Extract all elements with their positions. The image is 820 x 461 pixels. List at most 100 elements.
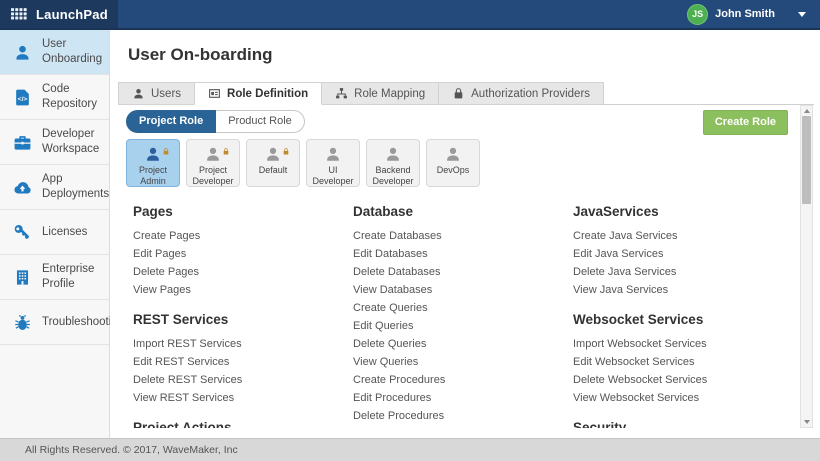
building-icon — [12, 267, 32, 287]
scrollbar-thumb[interactable] — [802, 116, 811, 204]
permission-item: Delete REST Services — [133, 371, 353, 389]
tab-role-definition[interactable]: Role Definition — [194, 82, 322, 105]
apps-grid-icon — [11, 8, 27, 20]
person-icon — [204, 145, 222, 164]
permission-item: Edit Databases — [353, 245, 573, 263]
permission-item: Delete Java Services — [573, 263, 793, 281]
scroll-down-button[interactable] — [801, 417, 812, 427]
avatar: JS — [687, 4, 708, 25]
sidebar-item-enterprise-profile[interactable]: Enterprise Profile — [0, 255, 109, 300]
permission-section-database: Database Create Databases Edit Databases… — [353, 204, 573, 425]
permissions-column-1: Pages Create Pages Edit Pages Delete Pag… — [133, 204, 353, 428]
permission-item: View Databases — [353, 281, 573, 299]
scroll-up-button[interactable] — [801, 106, 812, 116]
triangle-down-icon — [804, 420, 810, 424]
sidebar-item-code-repository[interactable]: </> Code Repository — [0, 75, 109, 120]
role-type-toggle: Project Role Product Role — [126, 110, 305, 133]
main-content: User On-boarding Users Role Definition R… — [110, 30, 820, 438]
role-card-label: Default — [257, 165, 290, 176]
sidebar-item-label: Code Repository — [42, 82, 105, 112]
role-card-label: UI Developer — [307, 165, 359, 188]
app-logo[interactable]: LaunchPad — [0, 0, 118, 28]
role-card-ui-developer[interactable]: UI Developer — [306, 139, 360, 187]
permission-item: Delete Procedures — [353, 407, 573, 425]
id-card-icon — [208, 87, 221, 100]
section-title: Project Actions — [133, 420, 353, 428]
copyright-text: All Rights Reserved. © 2017, WaveMaker, … — [25, 444, 238, 456]
app-header: LaunchPad JS John Smith — [0, 0, 820, 30]
product-role-toggle[interactable]: Product Role — [216, 110, 305, 133]
permissions-column-2: Database Create Databases Edit Databases… — [353, 204, 573, 428]
permission-item: Edit Java Services — [573, 245, 793, 263]
role-card-label: Backend Developer — [367, 165, 419, 188]
role-card-devops[interactable]: DevOps — [426, 139, 480, 187]
cloud-upload-icon — [12, 177, 32, 197]
create-role-button[interactable]: Create Role — [703, 110, 788, 135]
triangle-up-icon — [804, 109, 810, 113]
sidebar-item-label: Developer Workspace — [42, 127, 105, 157]
tab-users[interactable]: Users — [118, 82, 194, 105]
chevron-down-icon — [798, 12, 806, 17]
person-icon — [144, 145, 162, 164]
permission-item: Edit REST Services — [133, 353, 353, 371]
tab-label: Users — [151, 88, 181, 100]
role-cards-row: Project Admin Project Developer Default — [126, 139, 480, 187]
sidebar-item-app-deployments[interactable]: App Deployments — [0, 165, 109, 210]
tab-label: Role Definition — [227, 88, 308, 100]
permission-item: Import Websocket Services — [573, 335, 793, 353]
user-name: John Smith — [715, 8, 775, 20]
person-icon — [324, 145, 342, 164]
project-role-toggle[interactable]: Project Role — [126, 110, 216, 133]
tab-label: Role Mapping — [354, 88, 425, 100]
permissions-column-3: JavaServices Create Java Services Edit J… — [573, 204, 793, 428]
sidebar-item-label: App Deployments — [42, 172, 109, 202]
role-card-label: Project Developer — [187, 165, 239, 188]
sidebar-item-licenses[interactable]: Licenses — [0, 210, 109, 255]
permission-item: Create Java Services — [573, 227, 793, 245]
permission-item: Create Procedures — [353, 371, 573, 389]
role-card-project-developer[interactable]: Project Developer — [186, 139, 240, 187]
person-icon — [444, 145, 462, 164]
page-title: User On-boarding — [128, 45, 273, 65]
permission-item: Delete Pages — [133, 263, 353, 281]
permission-section-websocket-services: Websocket Services Import Websocket Serv… — [573, 312, 793, 407]
section-title: Pages — [133, 204, 353, 220]
lock-icon — [282, 143, 290, 152]
permission-section-project-actions: Project Actions — [133, 420, 353, 428]
svg-text:</>: </> — [17, 96, 27, 103]
person-icon — [264, 145, 282, 164]
role-card-default[interactable]: Default — [246, 139, 300, 187]
permission-item: View Java Services — [573, 281, 793, 299]
role-card-project-admin[interactable]: Project Admin — [126, 139, 180, 187]
bug-icon — [12, 312, 32, 332]
tab-role-mapping[interactable]: Role Mapping — [322, 82, 438, 105]
permission-item: Delete Queries — [353, 335, 573, 353]
permission-item: Create Queries — [353, 299, 573, 317]
tab-label: Authorization Providers — [471, 88, 590, 100]
role-definition-panel: Project Role Product Role Create Role Pr… — [118, 105, 800, 428]
vertical-scrollbar[interactable] — [800, 105, 813, 428]
permission-item: View Pages — [133, 281, 353, 299]
section-title: JavaServices — [573, 204, 793, 220]
person-icon — [384, 145, 402, 164]
tab-authorization-providers[interactable]: Authorization Providers — [438, 82, 604, 105]
user-icon — [132, 87, 145, 100]
sidebar-item-troubleshooting[interactable]: Troubleshooting — [0, 300, 109, 345]
permission-section-security: Security — [573, 420, 793, 428]
sidebar-item-developer-workspace[interactable]: Developer Workspace — [0, 120, 109, 165]
role-card-backend-developer[interactable]: Backend Developer — [366, 139, 420, 187]
permission-item: Import REST Services — [133, 335, 353, 353]
user-menu[interactable]: JS John Smith — [687, 0, 820, 28]
permission-item: Create Databases — [353, 227, 573, 245]
briefcase-icon — [12, 132, 32, 152]
permission-item: View Websocket Services — [573, 389, 793, 407]
sidebar-item-label: Licenses — [42, 225, 87, 240]
code-file-icon: </> — [12, 87, 32, 107]
permission-section-javaservices: JavaServices Create Java Services Edit J… — [573, 204, 793, 299]
sidebar-item-user-onboarding[interactable]: User Onboarding — [0, 30, 109, 75]
permission-item: View Queries — [353, 353, 573, 371]
lock-icon — [162, 143, 170, 152]
key-icon — [12, 222, 32, 242]
user-icon — [12, 42, 32, 62]
section-title: Websocket Services — [573, 312, 793, 328]
